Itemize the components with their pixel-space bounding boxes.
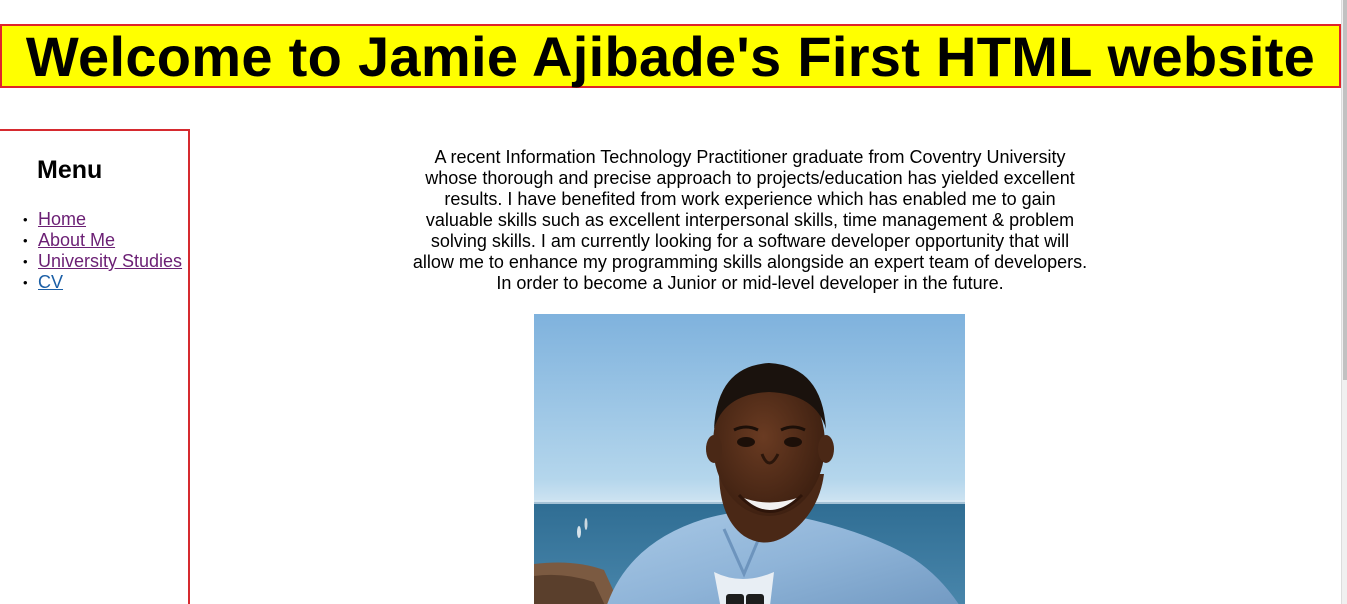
menu-item-cv: CV: [23, 272, 188, 293]
profile-photo: [534, 314, 965, 604]
page-header: Welcome to Jamie Ajibade's First HTML we…: [0, 24, 1341, 88]
page: Welcome to Jamie Ajibade's First HTML we…: [0, 0, 1347, 604]
about-me-link[interactable]: About Me: [38, 230, 115, 250]
university-studies-link[interactable]: University Studies: [38, 251, 182, 271]
home-link[interactable]: Home: [38, 209, 86, 229]
intro-paragraph: A recent Information Technology Practiti…: [412, 147, 1088, 293]
scrollbar-thumb[interactable]: [1343, 0, 1347, 380]
page-title: Welcome to Jamie Ajibade's First HTML we…: [25, 25, 1316, 88]
menu-item-home: Home: [23, 209, 188, 230]
cv-link[interactable]: CV: [38, 272, 63, 292]
menu-item-university: University Studies: [23, 251, 188, 272]
menu-list: Home About Me University Studies CV: [0, 209, 188, 293]
menu-heading: Menu: [37, 156, 103, 184]
vertical-scrollbar[interactable]: [1341, 0, 1347, 604]
sidebar-menu: Menu Home About Me University Studies CV: [0, 129, 190, 604]
menu-item-about: About Me: [23, 230, 188, 251]
